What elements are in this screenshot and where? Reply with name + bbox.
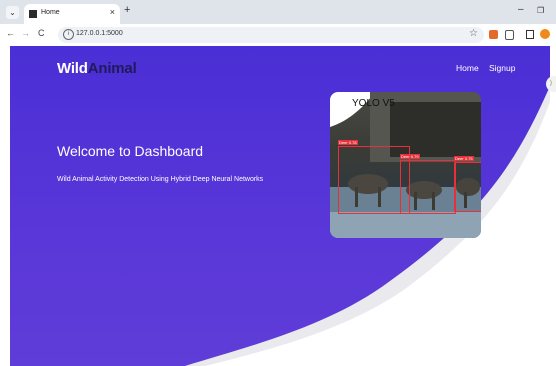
bookmark-star-icon[interactable]: ☆	[469, 28, 478, 39]
browser-tab-bar: ⌄ Home × + – ❐	[0, 0, 556, 24]
nav-link-home[interactable]: Home	[456, 63, 479, 73]
close-tab-icon[interactable]: ×	[110, 7, 115, 17]
browser-tab[interactable]: Home ×	[24, 4, 120, 24]
reload-button[interactable]: C	[38, 28, 45, 38]
detection-label: Deer 0.75	[454, 156, 474, 161]
side-panel-icon[interactable]	[526, 30, 534, 39]
browser-nav-bar: ← → C i 127.0.0.1:5000 ☆	[0, 24, 556, 46]
detection-label: Deer 0.79	[400, 154, 420, 159]
extensions-puzzle-icon[interactable]	[505, 30, 514, 40]
new-tab-button[interactable]: +	[124, 4, 130, 16]
side-scroll-handle[interactable]: ⟩	[546, 76, 556, 92]
minimize-button[interactable]: –	[518, 4, 524, 15]
detection-image: YOLO V5 Deer 0.78 Deer 0.79 Deer 0.75	[330, 92, 481, 238]
back-button[interactable]: ←	[6, 28, 15, 38]
detection-box	[454, 162, 481, 212]
tab-title: Home	[41, 9, 60, 16]
favicon-icon	[29, 10, 37, 18]
address-bar[interactable]: i 127.0.0.1:5000 ☆	[58, 27, 484, 43]
url-text[interactable]: 127.0.0.1:5000	[76, 30, 123, 37]
hero-title: Welcome to Dashboard	[57, 143, 204, 159]
nav-link-signup[interactable]: Signup	[489, 63, 515, 73]
forward-button[interactable]: →	[21, 28, 30, 38]
site-logo[interactable]: WildAnimal	[57, 60, 137, 77]
hero-subtitle: Wild Animal Activity Detection Using Hyb…	[57, 176, 264, 183]
extension-fox-icon[interactable]	[489, 30, 498, 39]
logo-text-animal: Animal	[87, 60, 137, 77]
tab-search-button[interactable]: ⌄	[6, 6, 19, 19]
detection-label: Deer 0.78	[338, 140, 358, 145]
profile-avatar[interactable]	[540, 29, 550, 39]
logo-text-wild: Wild	[57, 60, 88, 77]
image-caption: YOLO V5	[352, 98, 395, 109]
maximize-button[interactable]: ❐	[537, 6, 544, 15]
detection-box	[400, 160, 456, 214]
web-page: WildAnimal Home Signup Welcome to Dashbo…	[10, 46, 550, 366]
site-info-icon[interactable]: i	[63, 29, 74, 40]
